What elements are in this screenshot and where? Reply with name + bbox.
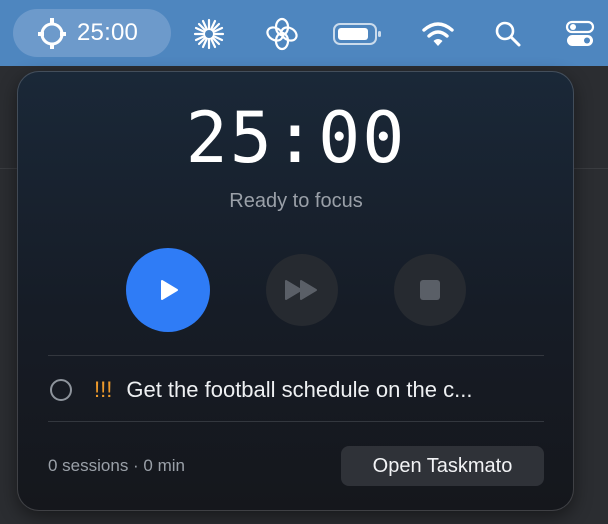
spotlight-search-icon[interactable] [488, 14, 528, 54]
task-priority: !!! [94, 377, 113, 402]
task-checkbox[interactable] [50, 379, 72, 401]
task-title: Get the football schedule on the c... [126, 377, 473, 402]
divider-top [48, 355, 544, 356]
menubar-timer-text: 25:00 [77, 19, 139, 46]
chatgpt-icon[interactable] [262, 14, 302, 54]
open-taskmato-button[interactable]: Open Taskmato [341, 446, 544, 486]
session-stats: 0 sessions · 0 min [48, 456, 185, 475]
wifi-icon[interactable] [418, 14, 458, 54]
status-text: Ready to focus [229, 190, 363, 212]
skip-button[interactable] [266, 254, 338, 326]
stop-icon [420, 280, 440, 300]
play-icon [161, 280, 178, 300]
fast-forward-icon [285, 280, 317, 300]
divider-bottom [48, 421, 544, 422]
control-center-icon[interactable] [560, 14, 600, 54]
perplexity-icon[interactable] [189, 14, 229, 54]
countdown-display: 25:00 [185, 97, 407, 179]
task-row[interactable]: !!! Get the football schedule on the c..… [48, 370, 544, 410]
timer-icon [35, 16, 69, 50]
play-button[interactable] [126, 248, 210, 332]
menubar-timer-item[interactable]: 25:00 [13, 9, 171, 57]
battery-icon[interactable] [332, 14, 384, 54]
stop-button[interactable] [394, 254, 466, 326]
menu-bar: 25:00 [0, 0, 608, 66]
